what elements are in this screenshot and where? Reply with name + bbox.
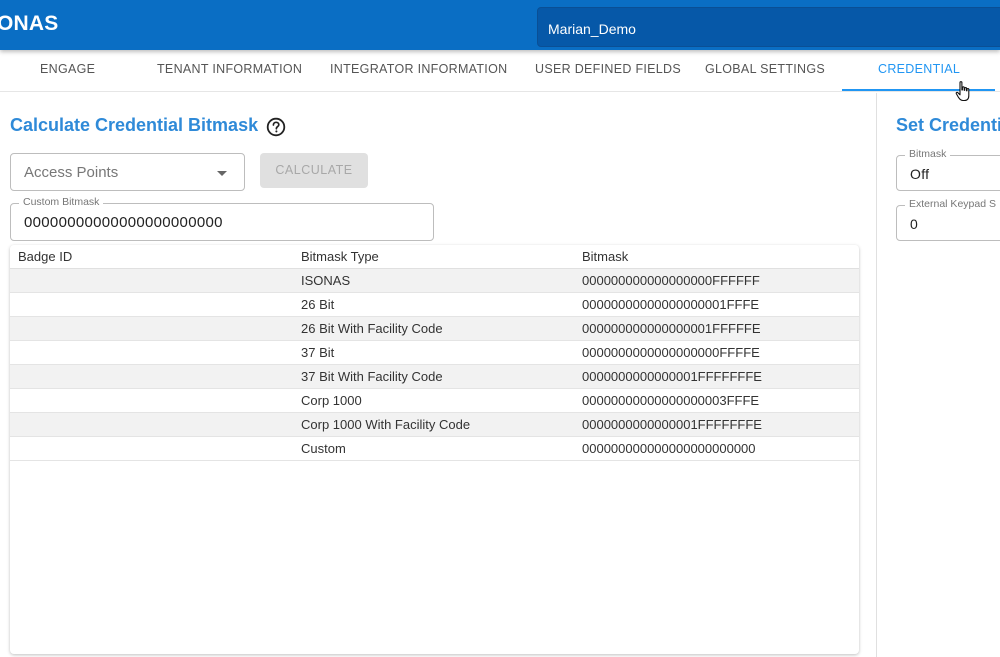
bitmask-type-cell: ISONAS: [301, 273, 351, 288]
table-row[interactable]: Corp 1000 With Facility Code 00000000000…: [10, 413, 859, 437]
bitmask-type-cell: 37 Bit With Facility Code: [301, 369, 443, 384]
tenant-selector[interactable]: Marian_Demo: [537, 7, 1000, 47]
bitmask-type-cell: Corp 1000: [301, 393, 362, 408]
bitmask-field-label: Bitmask: [905, 148, 951, 160]
calculate-button[interactable]: CALCULATE: [260, 153, 368, 188]
tab-credential[interactable]: CREDENTIAL: [878, 62, 960, 76]
bitmask-type-cell: 26 Bit With Facility Code: [301, 321, 443, 336]
access-points-select[interactable]: Access Points: [10, 153, 245, 191]
bitmask-cell: 00000000000000000001FFFE: [582, 297, 760, 312]
table-row[interactable]: 37 Bit 0000000000000000000FFFFE: [10, 341, 859, 365]
tenant-name: Marian_Demo: [548, 21, 636, 37]
table-row[interactable]: Custom 000000000000000000000000: [10, 437, 859, 461]
table-row[interactable]: 37 Bit With Facility Code 00000000000000…: [10, 365, 859, 389]
bitmask-cell: 0000000000000000000FFFFE: [582, 345, 760, 360]
external-keypad-value: 0: [910, 216, 919, 232]
table-header: Badge ID Bitmask Type Bitmask: [10, 245, 859, 269]
table-row[interactable]: Corp 1000 00000000000000000003FFFE: [10, 389, 859, 413]
bitmask-cell: 000000000000000000FFFFFF: [582, 273, 760, 288]
access-points-placeholder: Access Points: [24, 164, 119, 181]
table-row[interactable]: 26 Bit 00000000000000000001FFFE: [10, 293, 859, 317]
tab-user-defined-fields[interactable]: USER DEFINED FIELDS: [535, 62, 681, 76]
bitmask-field-value: Off: [910, 166, 930, 182]
bitmask-cell: 0000000000000001FFFFFFFE: [582, 417, 762, 432]
custom-bitmask-field[interactable]: Custom Bitmask 00000000000000000000000: [10, 196, 434, 241]
bitmask-cell: 000000000000000001FFFFFE: [582, 321, 761, 336]
bitmask-cell: 00000000000000000003FFFE: [582, 393, 760, 408]
custom-bitmask-value: 00000000000000000000000: [24, 214, 223, 231]
custom-bitmask-label: Custom Bitmask: [19, 196, 104, 208]
column-header-badge-id[interactable]: Badge ID: [18, 249, 72, 264]
panel-divider: [876, 93, 877, 657]
calculate-section-title: Calculate Credential Bitmask: [10, 115, 259, 135]
column-header-bitmask-type[interactable]: Bitmask Type: [301, 249, 379, 264]
bitmask-table: Badge ID Bitmask Type Bitmask ISONAS 000…: [10, 245, 859, 654]
help-circle-icon[interactable]: [266, 117, 286, 137]
external-keypad-field[interactable]: External Keypad S 0: [896, 198, 1000, 241]
app-title: ONAS: [0, 12, 59, 35]
tab-global-settings[interactable]: GLOBAL SETTINGS: [705, 62, 825, 76]
set-credential-title: Set Credenti: [896, 115, 1000, 135]
external-keypad-label: External Keypad S: [905, 198, 1000, 210]
bitmask-type-cell: 37 Bit: [301, 345, 335, 360]
bitmask-type-cell: 26 Bit: [301, 297, 335, 312]
bitmask-type-cell: Custom: [301, 441, 346, 456]
tab-engage[interactable]: ENGAGE: [40, 62, 95, 76]
bitmask-select[interactable]: Bitmask Off: [896, 148, 1000, 191]
table-row[interactable]: 26 Bit With Facility Code 00000000000000…: [10, 317, 859, 341]
hand-pointer-cursor-icon: [955, 81, 970, 102]
bitmask-cell: 000000000000000000000000: [582, 441, 756, 456]
app-bar: ONAS Marian_Demo: [0, 0, 1000, 50]
tab-bar: ENGAGE TENANT INFORMATION INTEGRATOR INF…: [0, 50, 1000, 92]
chevron-down-icon: [217, 171, 227, 176]
tab-integrator-information[interactable]: INTEGRATOR INFORMATION: [330, 62, 507, 76]
column-header-bitmask[interactable]: Bitmask: [582, 249, 628, 264]
bitmask-type-cell: Corp 1000 With Facility Code: [301, 417, 471, 432]
tab-tenant-information[interactable]: TENANT INFORMATION: [157, 62, 302, 76]
bitmask-cell: 0000000000000001FFFFFFFE: [582, 369, 762, 384]
table-row[interactable]: ISONAS 000000000000000000FFFFFF: [10, 269, 859, 293]
